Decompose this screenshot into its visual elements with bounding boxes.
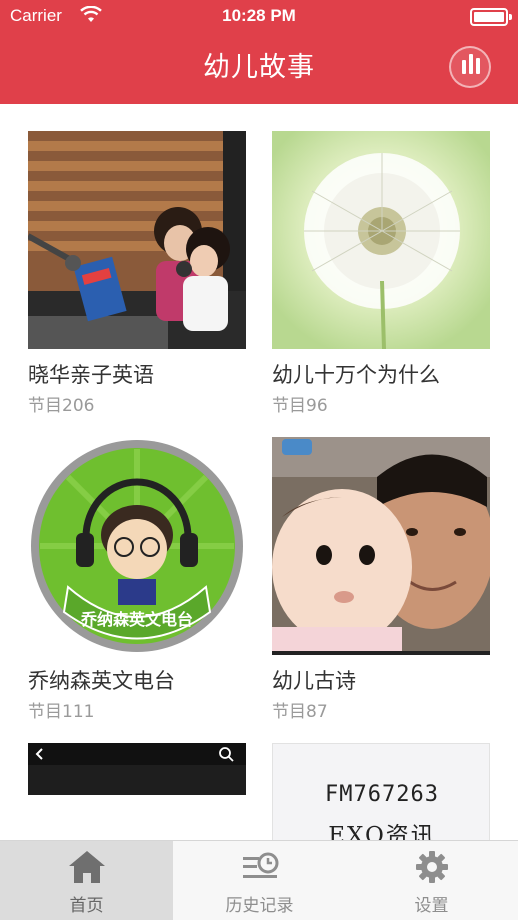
album-cover [272, 437, 490, 655]
tab-settings[interactable]: 设置 [345, 841, 518, 920]
page-title: 幼儿故事 [203, 52, 315, 83]
studio-reading-image [28, 131, 246, 349]
tab-history[interactable]: 历史记录 [173, 841, 346, 920]
history-icon [242, 852, 278, 878]
tab-bar: 首页 历史记录 设置 [0, 840, 518, 920]
battery-icon [470, 8, 512, 26]
tab-label: 历史记录 [225, 896, 294, 916]
home-icon [68, 851, 105, 883]
album-cover: 乔纳森英文电台 [28, 437, 246, 655]
gear-icon [415, 851, 448, 883]
equalizer-bar [469, 54, 473, 74]
tab-home[interactable]: 首页 [0, 841, 173, 920]
album-cover: FM767263 EXO资讯 [272, 743, 490, 840]
navigation-bar: Carrier 10:28 PM 幼儿故事 [0, 0, 518, 104]
dandelion-image [272, 131, 490, 349]
album-title: 乔纳森英文电台 [28, 669, 175, 693]
equalizer-bar [462, 60, 466, 74]
album-title: 幼儿十万个为什么 [272, 363, 440, 387]
episode-count: 节目87 [272, 702, 328, 722]
episode-count: 节目96 [272, 396, 328, 416]
album-title: 晓华亲子英语 [28, 363, 154, 387]
tab-label: 首页 [69, 896, 104, 916]
album-cover [28, 743, 246, 840]
app-screenshot-image [28, 743, 246, 840]
cover-handwriting-line-2: EXO资讯 [328, 823, 436, 840]
album-cover [272, 131, 490, 349]
album-title: 幼儿古诗 [272, 669, 356, 693]
badge-text: 乔纳森英文电台 [80, 610, 193, 629]
equalizer-bar [476, 58, 480, 74]
father-baby-photo [272, 437, 490, 655]
status-bar: Carrier 10:28 PM [0, 0, 518, 34]
episode-count: 节目206 [28, 396, 95, 416]
album-cover [28, 131, 246, 349]
radio-badge-image: 乔纳森英文电台 [31, 440, 243, 652]
cover-handwriting-line-1: FM767263 [325, 782, 439, 807]
clock: 10:28 PM [222, 6, 296, 25]
now-playing-button[interactable] [449, 46, 491, 88]
tab-label: 设置 [414, 896, 449, 916]
episode-count: 节目111 [28, 702, 95, 722]
album-grid: 晓华亲子英语 节目206 幼儿十万个为什么 节目96 乔纳森英文电台 乔纳森英文… [0, 104, 518, 840]
